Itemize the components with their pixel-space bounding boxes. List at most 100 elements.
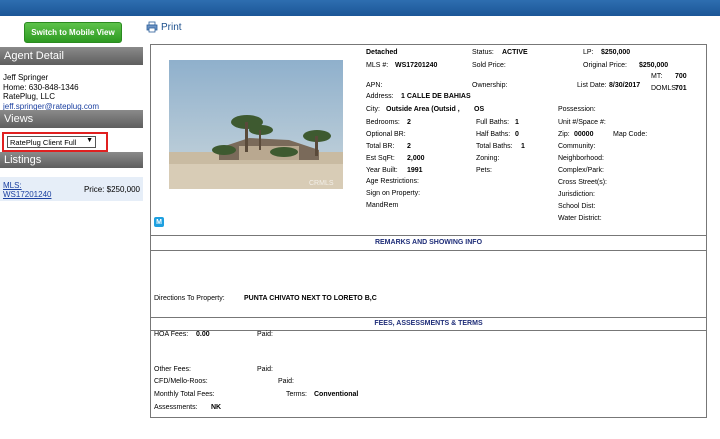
doml-label: DOMLS: [651, 85, 678, 92]
mt-value: 700 [675, 73, 687, 80]
agent-name: Jeff Springer [3, 73, 49, 82]
cfd-paid-label: Paid: [278, 378, 294, 385]
sign-label: Sign on Property: [366, 190, 421, 197]
age-restrictions-label: Age Restrictions: [366, 178, 419, 185]
agent-info: Jeff Springer Home: 630-848-1346 RatePlu… [3, 73, 99, 111]
cross-streets-label: Cross Street(s): [558, 179, 608, 186]
listing-item[interactable]: MLS: WS17201240 Price: $250,000 [0, 177, 143, 201]
dropdown-arrow-icon: ▼ [86, 137, 93, 144]
listing-type: Detached [366, 49, 398, 56]
directions-value: PUNTA CHIVATO NEXT TO LORETO B,C [244, 295, 377, 302]
complex-label: Complex/Park: [558, 167, 604, 174]
listing-price: Price: $250,000 [83, 185, 140, 194]
other-paid-label: Paid: [257, 366, 273, 373]
total-baths-label: Total Baths: [476, 143, 513, 150]
fees-divider [151, 317, 706, 318]
neighborhood-label: Neighborhood: [558, 155, 604, 162]
total-baths-value: 1 [521, 143, 525, 150]
bedrooms-value: 2 [407, 119, 411, 126]
lp-value: $250,000 [601, 49, 631, 56]
full-baths-value: 1 [515, 119, 519, 126]
zip-value: 00000 [574, 131, 594, 138]
other-fees-label: Other Fees: [154, 366, 191, 373]
views-highlight-box: RatePlug Client Full ▼ [2, 132, 108, 152]
zoning-label: Zoning: [476, 155, 500, 162]
apn-label: APN: [366, 82, 383, 89]
status-value: ACTIVE [502, 49, 528, 56]
sidebar: Switch to Mobile View Agent Detail Jeff … [0, 16, 143, 439]
half-baths-label: Half Baths: [476, 131, 511, 138]
list-date-value: 8/30/2017 [609, 82, 641, 89]
listing-detail-panel: CRMLS M Detached Status: ACTIVE LP: $250… [150, 44, 707, 418]
pets-label: Pets: [476, 167, 492, 174]
year-built-value: 1991 [407, 167, 423, 174]
school-dist-label: School Dist: [558, 203, 596, 210]
terms-label: Terms: [286, 391, 307, 398]
unit-label: Unit #/Space #: [558, 119, 606, 126]
agent-phone: Home: 630-848-1346 [3, 82, 79, 92]
zip-label: Zip: [558, 131, 570, 138]
agent-detail-header: Agent Detail [0, 47, 143, 65]
status-label: Status: [472, 49, 494, 56]
m-badge-icon[interactable]: M [154, 217, 164, 227]
print-icon [146, 21, 158, 33]
possession-label: Possession: [558, 106, 596, 113]
total-br-value: 2 [407, 143, 411, 150]
sold-price-label: Sold Price: [472, 62, 506, 69]
remarks-title-divider [151, 250, 706, 251]
fees-title-divider [151, 330, 706, 331]
hoa-value: 0.00 [196, 331, 210, 338]
address-label: Address: [366, 93, 394, 100]
hoa-paid-label: Paid: [257, 331, 273, 338]
monthly-total-label: Monthly Total Fees: [154, 391, 215, 398]
top-header-bar [0, 0, 720, 16]
lp-label: LP: [583, 49, 594, 56]
original-price-value: $250,000 [639, 62, 669, 69]
bedrooms-label: Bedrooms: [366, 119, 400, 126]
address-value: 1 CALLE DE BAHIAS [401, 93, 471, 100]
remarks-title: REMARKS AND SHOWING INFO [374, 239, 483, 246]
photo-watermark: CRMLS [309, 180, 334, 187]
ownership-label: Ownership: [472, 82, 508, 89]
hoa-label: HOA Fees: [154, 331, 189, 338]
listing-mls-link[interactable]: MLS: WS17201240 [3, 181, 51, 199]
original-price-label: Original Price: [583, 62, 627, 69]
fees-title: FEES, ASSESSMENTS & TERMS [374, 320, 483, 327]
state-value: OS [474, 106, 485, 113]
cfd-label: CFD/Mello-Roos: [154, 378, 208, 385]
property-photo[interactable]: CRMLS [169, 60, 343, 189]
optional-br-label: Optional BR: [366, 131, 406, 138]
listings-header: Listings [0, 152, 143, 168]
city-value: Outside Area (Outsid , [386, 106, 460, 113]
jurisdiction-label: Jurisdiction: [558, 191, 595, 198]
mls-label: MLS #: [366, 62, 389, 69]
doml-value: 701 [675, 85, 687, 92]
full-baths-label: Full Baths: [476, 119, 510, 126]
community-label: Community: [558, 143, 596, 150]
est-sqft-value: 2,000 [407, 155, 425, 162]
print-label[interactable]: Print [161, 22, 182, 33]
assessments-value: NK [211, 404, 222, 411]
switch-to-mobile-button[interactable]: Switch to Mobile View [24, 22, 122, 43]
water-dist-label: Water District: [558, 215, 602, 222]
views-selected-value: RatePlug Client Full [10, 137, 77, 147]
directions-label: Directions To Property: [154, 295, 225, 302]
agent-company: RatePlug, LLC [3, 92, 56, 101]
terms-value: Conventional [314, 391, 359, 398]
remarks-divider [151, 235, 706, 236]
print-toolbar[interactable]: Print [146, 20, 182, 34]
mls-value: WS17201240 [395, 62, 438, 69]
mandrem-label: MandRem [366, 202, 399, 209]
year-built-label: Year Built: [366, 167, 398, 174]
total-br-label: Total BR: [366, 143, 395, 150]
assessments-label: Assessments: [154, 404, 198, 411]
property-photo-image: CRMLS [169, 60, 343, 189]
mt-label: MT: [651, 73, 663, 80]
map-code-label: Map Code: [613, 131, 648, 138]
views-select[interactable]: RatePlug Client Full ▼ [7, 136, 96, 148]
list-date-label: List Date: [577, 82, 607, 89]
views-header: Views [0, 110, 143, 128]
est-sqft-label: Est SqFt: [366, 155, 395, 162]
city-label: City: [366, 106, 380, 113]
half-baths-value: 0 [515, 131, 519, 138]
